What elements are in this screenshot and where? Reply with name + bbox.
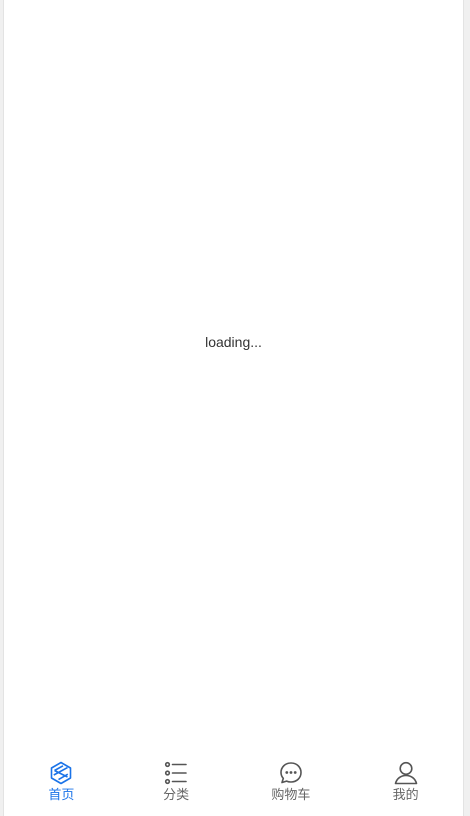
tab-profile-label: 我的: [392, 787, 419, 802]
tab-home[interactable]: 首页: [4, 754, 119, 816]
app-frame: loading... 首页 分类 购物车 我的: [3, 0, 464, 816]
tab-profile[interactable]: 我的: [348, 754, 463, 816]
tab-home-label: 首页: [48, 787, 75, 802]
tab-category[interactable]: 分类: [119, 754, 234, 816]
tab-cart[interactable]: 购物车: [234, 754, 349, 816]
category-list-icon: [163, 760, 189, 786]
tab-category-label: 分类: [163, 787, 190, 802]
bottom-tab-bar: 首页 分类 购物车 我的: [4, 754, 463, 816]
home-icon: [48, 760, 74, 786]
chat-bubble-icon: [278, 760, 304, 786]
loading-text: loading...: [205, 334, 262, 350]
user-icon: [393, 760, 419, 786]
tab-cart-label: 购物车: [271, 787, 311, 802]
